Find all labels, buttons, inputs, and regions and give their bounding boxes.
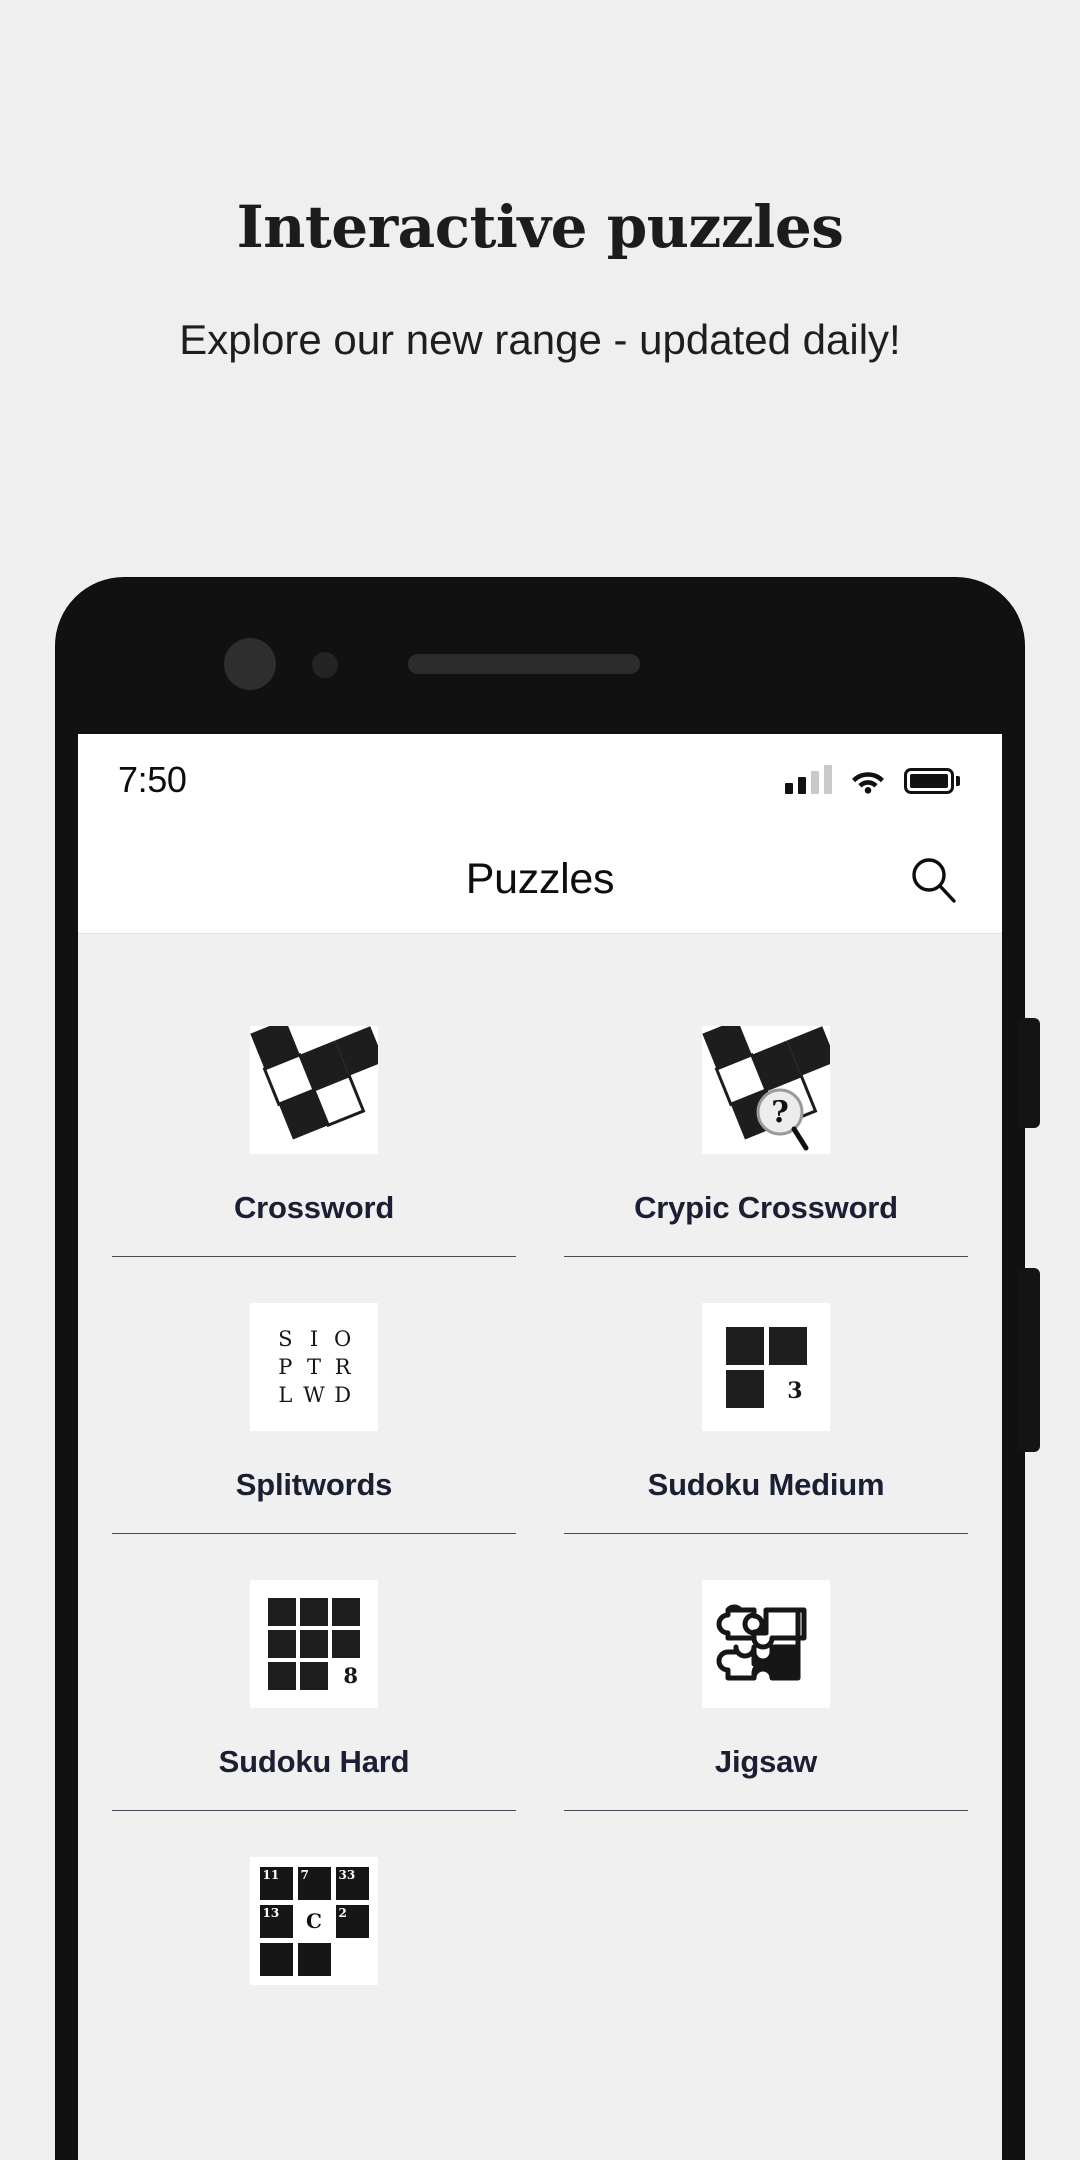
page-title: Interactive puzzles [236,193,844,261]
codeword-cell: 2 [335,1904,369,1938]
codeword-cell: 33 [335,1866,369,1900]
splitwords-icon: S I O P T R L W D [250,1303,378,1431]
app-bar-title: Puzzles [465,855,615,903]
codeword-cell: 7 [297,1866,331,1900]
crossword-icon [250,1026,378,1154]
status-icons [785,765,960,794]
volume-up-button[interactable] [1018,1018,1040,1128]
battery-full-icon [904,768,960,794]
splitwords-letter: W [303,1383,325,1407]
codeword-grid: 11 7 33 13 C 2 [259,1866,369,1976]
codeword-cell [259,1942,293,1976]
cryptic-crossword-icon: ? [702,1026,830,1154]
search-icon[interactable] [902,848,966,912]
puzzle-tile-sudoku-medium[interactable]: 3 Sudoku Medium [564,1257,968,1534]
app-bar: Puzzles [78,826,1002,934]
puzzle-grid: Crossword ? Crypic Crossword S I O P T R… [112,980,968,1985]
earpiece-speaker [408,654,640,674]
tile-divider [564,1533,968,1534]
codeword-number: 11 [262,1867,280,1882]
codeword-cell: 13 [259,1904,293,1938]
codeword-cell [335,1942,369,1976]
codeword-cell: 11 [259,1866,293,1900]
front-camera-icon [224,638,276,690]
codeword-number: 33 [338,1867,356,1882]
codeword-cell: C [297,1904,331,1938]
status-bar: 7:50 [78,734,1002,826]
codeword-letter: C [306,1909,322,1933]
splitwords-letter-grid: S I O P T R L W D [271,1325,357,1409]
phone-mockup: 7:50 Puzzles Crossword ? Crypic Crosswor… [56,578,1040,2160]
tile-divider [564,1256,968,1257]
page-subtitle: Explore our new range - updated daily! [179,315,901,363]
puzzle-tile-jigsaw[interactable]: Jigsaw [564,1534,968,1811]
tile-divider [112,1533,516,1534]
sudoku-number: 3 [787,1377,803,1404]
codeword-number: 2 [338,1905,347,1920]
puzzle-list: Crossword ? Crypic Crossword S I O P T R… [78,934,1002,1985]
puzzle-label: Sudoku Medium [647,1467,885,1502]
puzzle-tile-sudoku-hard[interactable]: 8 Sudoku Hard [112,1534,516,1811]
svg-text:?: ? [771,1095,789,1130]
splitwords-letter: I [309,1327,319,1351]
phone-screen: 7:50 Puzzles Crossword ? Crypic Crosswor… [78,734,1002,2160]
signal-bars-icon [785,765,832,794]
puzzle-label: Crossword [233,1190,395,1225]
puzzle-label: Jigsaw [714,1744,818,1779]
promo-header: Interactive puzzles Explore our new rang… [0,0,1080,365]
splitwords-letter: S [278,1327,293,1351]
wifi-icon [851,768,885,794]
puzzle-label: Crypic Crossword [634,1190,898,1225]
sudoku-medium-icon: 3 [702,1303,830,1431]
jigsaw-icon [702,1580,830,1708]
puzzle-label: Sudoku Hard [218,1744,410,1779]
splitwords-letter: O [334,1327,352,1351]
splitwords-letter: P [278,1355,293,1379]
status-time: 7:50 [118,759,187,800]
codeword-number: 7 [300,1867,309,1882]
codeword-icon: 11 7 33 13 C 2 [250,1857,378,1985]
promo-page: Interactive puzzles Explore our new rang… [0,0,1080,2160]
puzzle-tile-crossword[interactable]: Crossword [112,980,516,1257]
splitwords-letter: T [306,1355,321,1379]
splitwords-letter: R [334,1355,351,1379]
tile-divider [112,1256,516,1257]
volume-down-button[interactable] [1018,1268,1040,1452]
sensor-icon [312,652,338,678]
puzzle-tile-codeword[interactable]: 11 7 33 13 C 2 [112,1811,516,1985]
sudoku-hard-icon: 8 [250,1580,378,1708]
codeword-number: 13 [262,1905,280,1920]
sudoku-number: 8 [343,1663,358,1688]
puzzle-label: Splitwords [235,1467,393,1502]
splitwords-letter: D [334,1383,352,1407]
splitwords-letter: L [278,1383,293,1407]
puzzle-tile-splitwords[interactable]: S I O P T R L W D Splitwords [112,1257,516,1534]
phone-bezel-top [56,578,1024,734]
puzzle-tile-cryptic-crossword[interactable]: ? Crypic Crossword [564,980,968,1257]
tile-divider [112,1810,516,1811]
tile-divider [564,1810,968,1811]
codeword-cell [297,1942,331,1976]
